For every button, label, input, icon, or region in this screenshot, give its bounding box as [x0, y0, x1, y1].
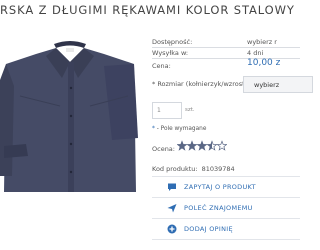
shipping-value: 4 dni	[247, 49, 264, 57]
shipping-label: Wysyłka w:	[152, 49, 189, 57]
rating-star-outline	[216, 140, 227, 151]
quantity-unit: szt.	[185, 107, 195, 113]
ask-about-product-label: ZAPYTAJ O PRODUKT	[184, 183, 256, 191]
quantity-input[interactable]: 1	[152, 102, 182, 119]
product-image	[0, 26, 143, 196]
ask-about-product-button[interactable]: ZAPYTAJ O PRODUKT	[152, 178, 300, 196]
availability-label: Dostępność:	[152, 38, 193, 46]
rating-star[interactable]	[177, 141, 187, 150]
availability-row: Dostępność: wybierz r	[152, 38, 300, 46]
divider	[152, 218, 300, 219]
recommend-to-friend-button[interactable]: POLEĆ ZNAJOMEMU	[152, 199, 300, 217]
required-note: * - Pole wymagane	[152, 126, 206, 132]
chat-icon	[168, 183, 176, 191]
price-value: 10,00 z	[247, 58, 281, 68]
product-title: RSKA Z DŁUGIMI RĘKAWAMI KOLOR STALOWY	[0, 3, 295, 17]
rating-label: Ocena:	[152, 145, 175, 153]
rating-star[interactable]	[187, 141, 197, 150]
divider	[152, 47, 300, 48]
divider	[152, 176, 300, 177]
add-icon	[167, 224, 177, 234]
size-select[interactable]: wybierz	[243, 76, 313, 93]
availability-value: wybierz r	[247, 38, 277, 46]
product-code-value: 81039784	[201, 165, 235, 173]
divider	[152, 239, 300, 240]
required-text: - Pole wymagane	[154, 126, 207, 132]
recommend-to-friend-label: POLEĆ ZNAJOMEMU	[184, 204, 253, 212]
add-review-label: DODAJ OPINIĘ	[184, 225, 233, 233]
shipping-row: Wysyłka w: 4 dni	[152, 49, 300, 57]
product-code-label: Kod produktu:	[152, 165, 198, 173]
divider	[152, 197, 300, 198]
product-code: Kod produktu: 81039784	[152, 165, 235, 173]
add-review-button[interactable]: DODAJ OPINIĘ	[152, 220, 300, 238]
rating-star[interactable]	[197, 141, 207, 150]
send-icon	[167, 204, 177, 213]
rating-stars[interactable]	[177, 140, 227, 152]
